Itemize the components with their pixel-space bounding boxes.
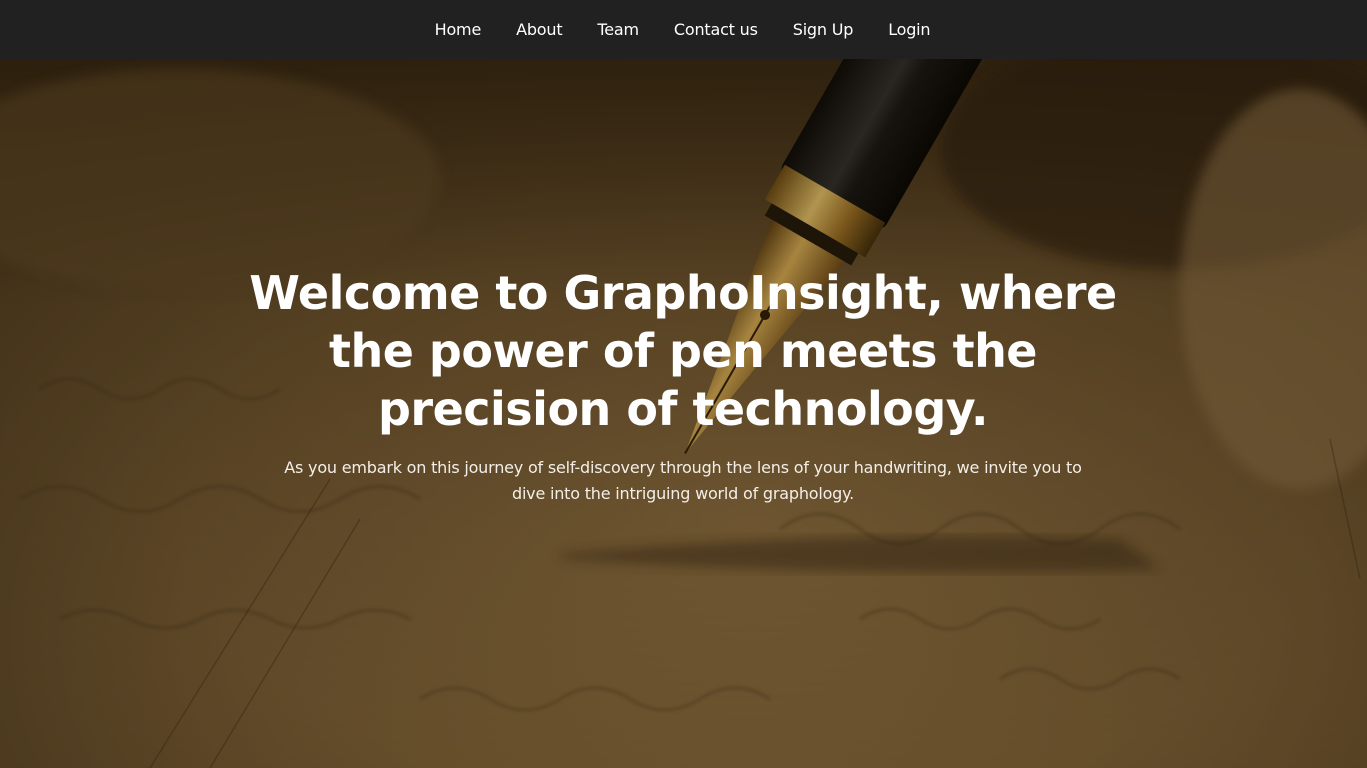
nav-item-about: About <box>516 20 563 39</box>
nav-link-team[interactable]: Team <box>597 20 639 39</box>
nav-item-contact: Contact us <box>674 20 758 39</box>
hero-subtitle: As you embark on this journey of self-di… <box>284 458 1082 503</box>
nav-link-about[interactable]: About <box>516 20 563 39</box>
hero-section: Welcome to GraphoInsight, where the powe… <box>0 59 1367 768</box>
nav-link-login[interactable]: Login <box>888 20 930 39</box>
nav-item-home: Home <box>435 20 482 39</box>
nav-item-login: Login <box>888 20 930 39</box>
nav-menu: Home About Team Contact us Sign Up Login <box>435 20 931 39</box>
nav-link-sign-up[interactable]: Sign Up <box>793 20 854 39</box>
nav-item-signup: Sign Up <box>793 20 854 39</box>
nav-item-team: Team <box>597 20 639 39</box>
hero-title: Welcome to GraphoInsight, where the powe… <box>249 266 1117 436</box>
nav-link-contact-us[interactable]: Contact us <box>674 20 758 39</box>
top-navbar: Home About Team Contact us Sign Up Login <box>0 0 1367 59</box>
nav-link-home[interactable]: Home <box>435 20 482 39</box>
